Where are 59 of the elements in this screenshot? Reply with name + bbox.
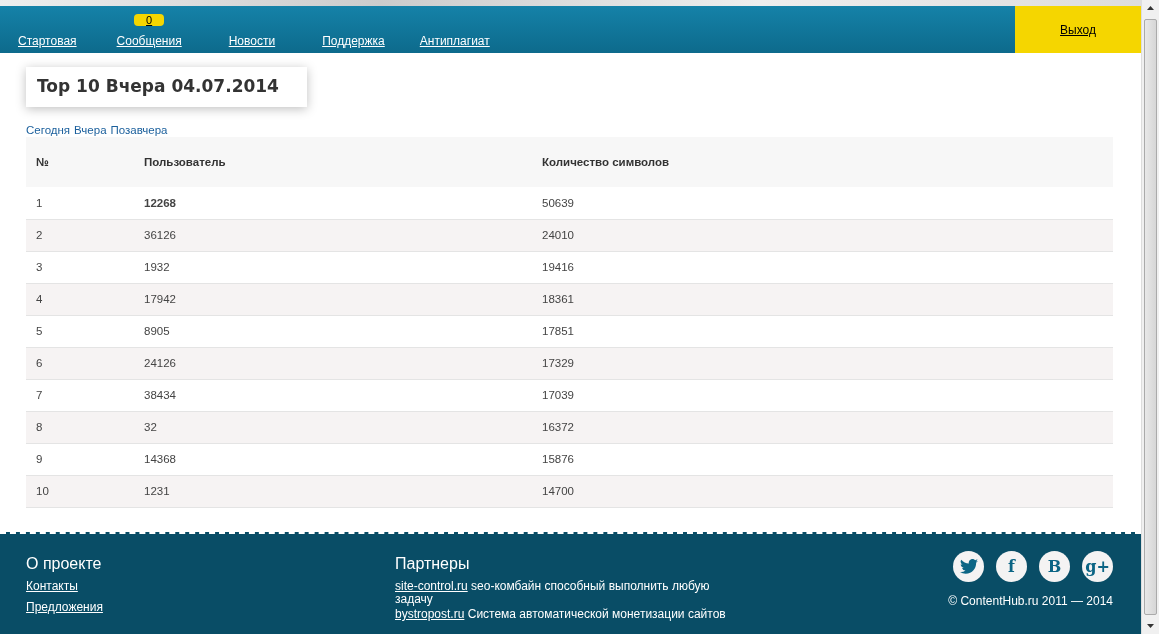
- table-cell: 14700: [532, 475, 1113, 507]
- scroll-down-icon[interactable]: [1147, 624, 1154, 628]
- bird-icon[interactable]: [953, 551, 984, 582]
- table-cell: 19416: [532, 251, 1113, 283]
- partner-description: bystropost.ru Система автоматической монетизации сайтов: [395, 608, 727, 621]
- logout-button[interactable]: Выход: [1015, 6, 1141, 53]
- social-link[interactable]: f: [996, 551, 1027, 582]
- table-cell: 1932: [134, 251, 532, 283]
- footer-heading: О проекте: [26, 554, 103, 573]
- message-count-badge[interactable]: 0: [134, 14, 165, 26]
- footer-link[interactable]: Предложения: [26, 601, 395, 614]
- nav-link[interactable]: Антиплагиат: [419, 34, 490, 48]
- footer-link[interactable]: Контакты: [26, 580, 395, 593]
- table-cell: 38434: [134, 379, 532, 411]
- partner-link[interactable]: bystropost.ru: [395, 607, 465, 621]
- table-cell: 36126: [134, 219, 532, 251]
- table-cell: 4: [26, 283, 134, 315]
- table-cell: 3: [26, 251, 134, 283]
- table-cell: 10: [26, 475, 134, 507]
- social-link[interactable]: g+: [1082, 551, 1113, 582]
- column-header: Пользователь: [134, 137, 532, 187]
- table-cell: 7: [26, 379, 134, 411]
- nav-link[interactable]: Стартовая: [18, 34, 77, 48]
- page-title: Top 10 Вчера 04.07.2014: [26, 67, 307, 107]
- vertical-scrollbar[interactable]: [1141, 0, 1159, 634]
- nav-link[interactable]: Сообщения: [116, 34, 182, 48]
- scroll-up-icon[interactable]: [1147, 6, 1154, 10]
- table-cell: 12268: [134, 187, 532, 219]
- copyright: © ContentHub.ru 2011 — 2014: [948, 594, 1113, 608]
- partner-link[interactable]: site-control.ru: [395, 579, 468, 593]
- table-cell: 1231: [134, 475, 532, 507]
- table-cell: 9: [26, 443, 134, 475]
- table-cell: 8905: [134, 315, 532, 347]
- day-link[interactable]: Сегодня: [26, 123, 71, 137]
- day-link[interactable]: Позавчера: [110, 123, 168, 137]
- table-cell: 24126: [134, 347, 532, 379]
- table-cell: 24010: [532, 219, 1113, 251]
- table-cell: 2: [26, 219, 134, 251]
- table-cell: 8: [26, 411, 134, 443]
- table-cell: 17942: [134, 283, 532, 315]
- table-cell: 18361: [532, 283, 1113, 315]
- nav-link[interactable]: Поддержка: [322, 34, 385, 48]
- table-cell: 32: [134, 411, 532, 443]
- column-header: №: [26, 137, 134, 187]
- social-link[interactable]: B: [1039, 551, 1070, 582]
- table-cell: 17851: [532, 315, 1113, 347]
- table-cell: 50639: [532, 187, 1113, 219]
- day-link[interactable]: Вчера: [74, 123, 107, 137]
- table-cell: 6: [26, 347, 134, 379]
- table-cell: 1: [26, 187, 134, 219]
- table-cell: 5: [26, 315, 134, 347]
- nav-link[interactable]: Новости: [228, 34, 276, 48]
- table-cell: 17329: [532, 347, 1113, 379]
- footer-heading: Партнеры: [395, 554, 471, 573]
- column-header: Количество символов: [532, 137, 1113, 187]
- table-cell: 17039: [532, 379, 1113, 411]
- table-cell: 14368: [134, 443, 532, 475]
- table-cell: 15876: [532, 443, 1113, 475]
- table-cell: 16372: [532, 411, 1113, 443]
